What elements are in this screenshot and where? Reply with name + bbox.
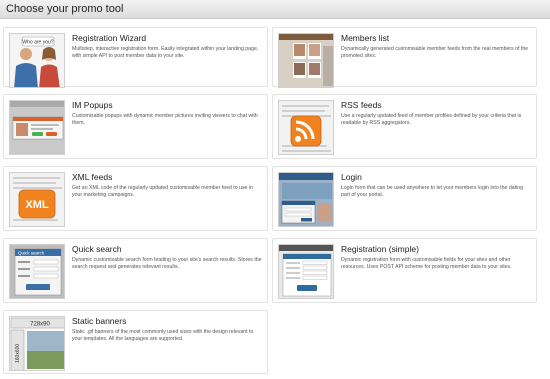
card-description: Dynamic customisable search form leading… — [72, 257, 262, 270]
im-popups-thumbnail — [9, 100, 65, 155]
card-title: Quick search — [72, 244, 122, 254]
card-description: Customisable popups with dynamic member … — [72, 113, 258, 126]
promo-card-registration-simple[interactable]: Registration (simple) Dynamic registrati… — [272, 238, 537, 303]
promo-card-quick-search[interactable]: Quick search Quick search Dynamic custom… — [3, 238, 268, 303]
login-thumbnail — [278, 172, 334, 227]
card-description: Use a regularly updated feed of member p… — [341, 113, 522, 126]
registration-wizard-thumbnail: Who are you? — [9, 33, 65, 88]
card-title: RSS feeds — [341, 100, 382, 110]
card-title: Login — [341, 172, 362, 182]
card-title: Static banners — [72, 316, 127, 326]
card-description: Static .gif banners of the most commonly… — [72, 329, 254, 342]
thumb-caption: Who are you? — [22, 40, 53, 46]
thumb-caption: 728x90 — [30, 322, 50, 328]
promo-card-rss-feeds[interactable]: RSS feeds Use a regularly updated feed o… — [272, 94, 537, 159]
page-title: Choose your promo tool — [6, 3, 124, 15]
card-title: IM Popups — [72, 100, 113, 110]
page-header: Choose your promo tool — [0, 0, 550, 19]
card-title: Registration Wizard — [72, 33, 147, 43]
card-title: Registration (simple) — [341, 244, 419, 254]
card-description: Dynamically generated customisable membe… — [341, 46, 529, 59]
registration-simple-thumbnail — [278, 244, 334, 299]
thumb-caption: XML — [25, 199, 49, 211]
promo-card-members-list[interactable]: Members list Dynamically generated custo… — [272, 27, 537, 88]
promo-card-registration-wizard[interactable]: Who are you? Registration Wizard Multist… — [3, 27, 268, 88]
rss-feeds-thumbnail — [278, 100, 334, 155]
card-description: Dynamic registration form with customisa… — [341, 257, 512, 270]
promo-card-login[interactable]: Login Login form that can be used anywhe… — [272, 166, 537, 231]
card-title: Members list — [341, 33, 390, 43]
members-list-thumbnail — [278, 33, 334, 88]
promo-card-xml-feeds[interactable]: XML XML feeds Get an XML code of the reg… — [3, 166, 268, 231]
quick-search-thumbnail: Quick search — [9, 244, 65, 299]
xml-feeds-thumbnail: XML — [9, 172, 65, 227]
thumb-caption-vertical: 160x600 — [15, 344, 21, 363]
card-title: XML feeds — [72, 172, 113, 182]
thumb-caption: Quick search — [18, 251, 45, 256]
card-description: Multistep, interactive registration form… — [72, 46, 259, 59]
card-description: Get an XML code of the regularly updated… — [72, 185, 253, 198]
card-description: Login form that can be used anywhere to … — [341, 185, 523, 198]
static-banners-thumbnail: 728x90 160x600 — [9, 316, 65, 371]
promo-card-im-popups[interactable]: IM Popups Customisable popups with dynam… — [3, 94, 268, 159]
promo-card-static-banners[interactable]: 728x90 160x600 Static banners Static .gi… — [3, 310, 268, 374]
